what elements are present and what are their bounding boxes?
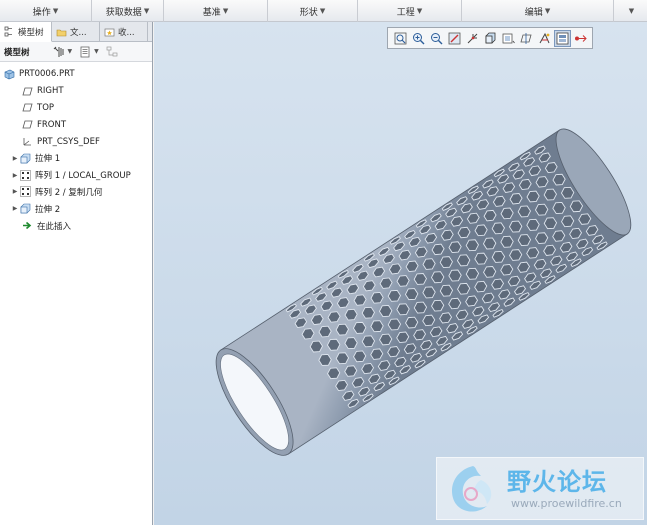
ribbon-group-get-data[interactable]: 获取数据 ▼ <box>92 0 164 22</box>
tree-node-pattern-1[interactable]: ▶ 阵列 1 / LOCAL_GROUP <box>0 167 152 184</box>
model-tree-toolbar: 模型树 ▼ ▼ <box>0 42 152 62</box>
ribbon-group-operations[interactable]: 操作 ▼ <box>0 0 92 22</box>
tree-node-insert-here[interactable]: 在此插入 <box>0 217 152 234</box>
folder-icon <box>56 29 67 36</box>
navigator-tabs: 模型树 文... 收... <box>0 22 152 42</box>
tree-node-part[interactable]: PRT0006.PRT <box>0 66 152 83</box>
expand-arrow-icon[interactable]: ▶ <box>10 172 20 179</box>
datum-plane-icon <box>22 86 33 97</box>
ribbon-group-overflow[interactable]: ▼ <box>614 0 647 22</box>
saved-views-icon[interactable] <box>500 30 517 47</box>
model-tree-icon <box>4 26 12 37</box>
model-tree: PRT0006.PRT RIGHT TOP FRONT PRT_CSYS_DEF… <box>0 66 152 234</box>
ribbon-group-engineering[interactable]: 工程 ▼ <box>358 0 462 22</box>
tree-node-pattern-2[interactable]: ▶ 阵列 2 / 复制几何 <box>0 184 152 201</box>
model-tree-title: 模型树 <box>4 47 30 58</box>
expand-arrow-icon[interactable]: ▶ <box>10 155 20 162</box>
show-options-icon[interactable] <box>78 45 92 59</box>
ribbon-group-editing[interactable]: 编辑 ▼ <box>462 0 614 22</box>
chevron-down-icon: ▼ <box>628 7 635 15</box>
tab-model-tree[interactable]: 模型树 <box>0 22 52 42</box>
display-style-icon[interactable] <box>482 30 499 47</box>
chevron-down-icon: ▼ <box>143 7 150 15</box>
watermark-title: 野火论坛 <box>507 468 607 496</box>
tree-node-csys[interactable]: PRT_CSYS_DEF <box>0 133 152 150</box>
tree-node-right-plane[interactable]: RIGHT <box>0 83 152 100</box>
chevron-down-icon: ▼ <box>319 7 326 15</box>
ribbon-group-bar: 操作 ▼ 获取数据 ▼ 基准 ▼ 形状 ▼ 工程 ▼ 编辑 ▼ ▼ <box>0 0 647 22</box>
pattern-icon <box>20 186 31 198</box>
ribbon-group-datum[interactable]: 基准 ▼ <box>164 0 268 22</box>
zoom-out-icon[interactable] <box>428 30 445 47</box>
tree-filter-icon[interactable] <box>105 45 119 59</box>
annotation-display-icon[interactable] <box>536 30 553 47</box>
graphics-window[interactable]: 野火论坛 www.proewildfire.cn <box>154 22 647 525</box>
pattern-icon <box>20 169 31 181</box>
part-icon <box>4 69 15 80</box>
chevron-down-icon[interactable]: ▼ <box>68 48 73 55</box>
expand-arrow-icon[interactable]: ▶ <box>10 205 20 212</box>
favorites-icon <box>104 28 115 36</box>
csys-icon <box>22 136 33 147</box>
forum-watermark: 野火论坛 www.proewildfire.cn <box>436 457 644 520</box>
settings-icon[interactable] <box>52 45 66 59</box>
chevron-down-icon: ▼ <box>416 7 423 15</box>
watermark-url: www.proewildfire.cn <box>511 497 622 510</box>
ribbon-group-shapes[interactable]: 形状 ▼ <box>268 0 358 22</box>
tree-node-front-plane[interactable]: FRONT <box>0 116 152 133</box>
chevron-down-icon: ▼ <box>222 7 229 15</box>
spin-center-icon[interactable] <box>464 30 481 47</box>
appearance-icon[interactable] <box>572 30 589 47</box>
refit-icon[interactable] <box>392 30 409 47</box>
chevron-down-icon: ▼ <box>544 7 551 15</box>
navigator-panel: 模型树 文... 收... 模型树 ▼ ▼ PRT0006.PRT RIGHT … <box>0 22 153 525</box>
repaint-icon[interactable] <box>446 30 463 47</box>
zoom-in-icon[interactable] <box>410 30 427 47</box>
tree-node-extrude-2[interactable]: ▶ 拉伸 2 <box>0 200 152 217</box>
perforated-cylinder-model <box>215 128 632 456</box>
extrude-icon <box>20 203 31 214</box>
insert-here-icon <box>22 220 33 231</box>
expand-arrow-icon[interactable]: ▶ <box>10 188 20 195</box>
datum-plane-icon <box>22 102 33 113</box>
view-toolbar <box>387 27 593 49</box>
tab-favorites[interactable]: 收... <box>100 22 148 42</box>
tree-node-extrude-1[interactable]: ▶ 拉伸 1 <box>0 150 152 167</box>
extrude-icon <box>20 153 31 164</box>
datum-display-icon[interactable] <box>518 30 535 47</box>
chevron-down-icon[interactable]: ▼ <box>94 48 99 55</box>
tree-node-top-plane[interactable]: TOP <box>0 100 152 117</box>
shading-icon[interactable] <box>553 29 571 47</box>
tab-folder-browser[interactable]: 文... <box>52 22 100 42</box>
chevron-down-icon: ▼ <box>52 7 59 15</box>
datum-plane-icon <box>22 119 33 130</box>
flame-logo-icon <box>451 466 492 512</box>
